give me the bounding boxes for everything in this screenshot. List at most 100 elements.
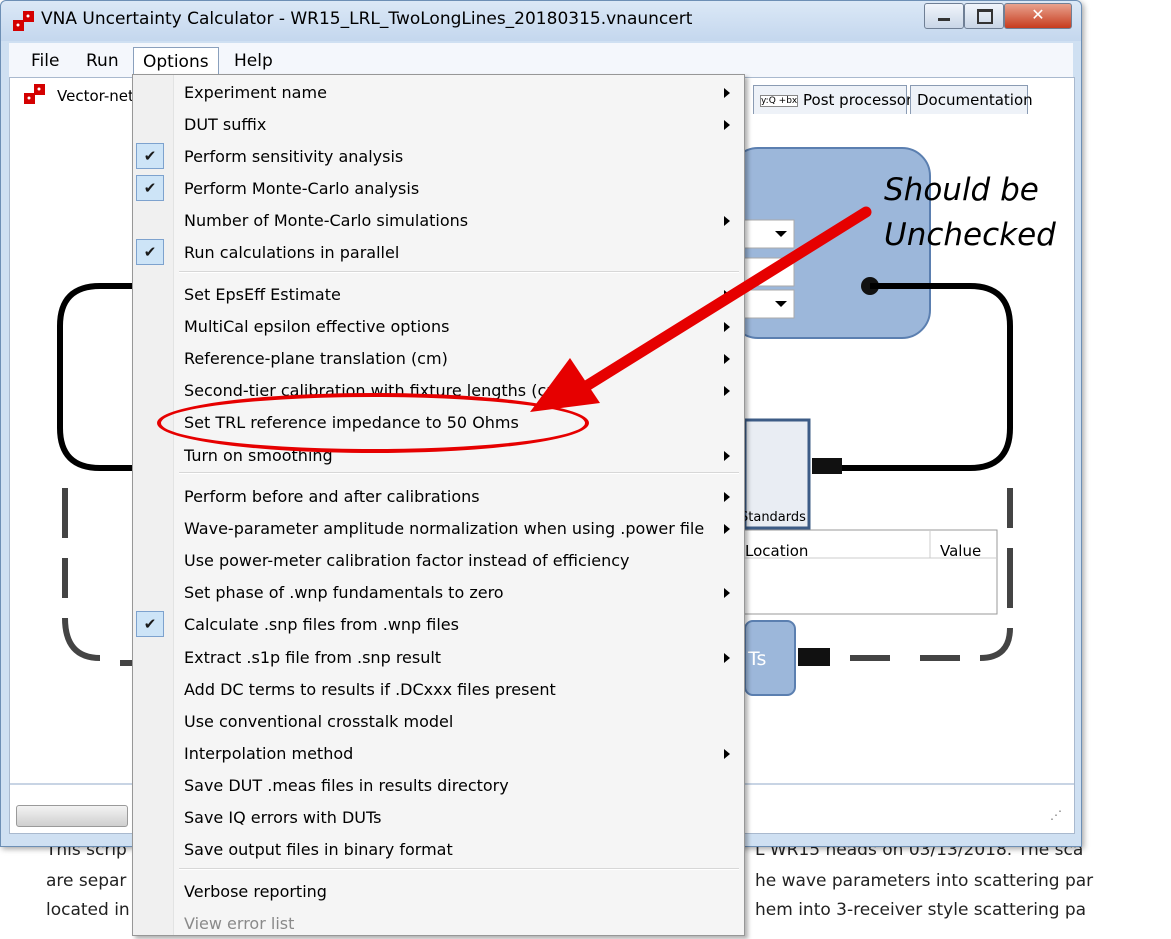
- menu-item[interactable]: Perform before and after calibrations: [133, 482, 744, 512]
- menu-item[interactable]: Set EpsEff Estimate: [133, 280, 744, 310]
- submenu-arrow-icon: [724, 386, 730, 396]
- menu-item[interactable]: ✔ Perform sensitivity analysis: [133, 142, 744, 172]
- menu-help[interactable]: Help: [225, 47, 282, 75]
- menu-item-label: Save output files in binary format: [184, 840, 453, 859]
- tab-post-processors[interactable]: y:Q +bx Post processors: [753, 85, 920, 114]
- app-icon: [13, 11, 34, 31]
- submenu-arrow-icon: [724, 290, 730, 300]
- menu-item-label: Use power-meter calibration factor inste…: [184, 551, 630, 570]
- vna-icon: [24, 84, 45, 104]
- menu-item[interactable]: Save IQ errors with DUTs: [133, 803, 744, 833]
- menu-separator: [179, 271, 739, 273]
- menu-item[interactable]: Verbose reporting: [133, 877, 744, 907]
- menu-item-label: Perform before and after calibrations: [184, 487, 480, 506]
- menu-item[interactable]: ✔ Perform Monte-Carlo analysis: [133, 174, 744, 204]
- minimize-button[interactable]: [924, 3, 964, 29]
- menu-item-label: Save IQ errors with DUTs: [184, 808, 382, 827]
- post-processors-icon: y:Q +bx: [760, 94, 799, 107]
- menu-separator: [179, 472, 739, 474]
- menu-item[interactable]: Number of Monte-Carlo simulations: [133, 206, 744, 236]
- menu-item[interactable]: ✔ Calculate .snp files from .wnp files: [133, 610, 744, 640]
- table-header-value: Value: [940, 542, 982, 560]
- menu-item-label: Set phase of .wnp fundamentals to zero: [184, 583, 504, 602]
- tab-post-processors-label: Post processors: [803, 91, 920, 109]
- submenu-arrow-icon: [724, 524, 730, 534]
- menu-item[interactable]: Interpolation method: [133, 739, 744, 769]
- menu-item[interactable]: Experiment name: [133, 78, 744, 108]
- highlight-ellipse: [157, 393, 589, 453]
- dropdown-3: [739, 289, 795, 319]
- menu-item[interactable]: View error list: [133, 909, 744, 939]
- horizontal-scrollbar-thumb[interactable]: [16, 805, 128, 827]
- menu-item-label: Save DUT .meas files in results director…: [184, 776, 509, 795]
- menu-item[interactable]: Use power-meter calibration factor inste…: [133, 546, 744, 576]
- menu-file[interactable]: File: [22, 47, 68, 75]
- menu-item[interactable]: Save output files in binary format: [133, 835, 744, 865]
- checkmark-icon: ✔: [136, 143, 164, 169]
- minimize-icon: [938, 18, 950, 21]
- cable-left: [57, 283, 140, 471]
- menu-item-label: Run calculations in parallel: [184, 243, 400, 262]
- bg-text-line2-right: he wave parameters into scattering par: [755, 871, 1094, 891]
- checkmark-icon: ✔: [136, 175, 164, 201]
- menu-item-label: View error list: [184, 914, 295, 933]
- menu-item[interactable]: Wave-parameter amplitude normalization w…: [133, 514, 744, 544]
- menu-item-label: DUT suffix: [184, 115, 267, 134]
- annotation-line1: Should be: [884, 172, 1039, 208]
- maximize-icon: [977, 9, 993, 24]
- input-2: [739, 257, 795, 287]
- dropdown-1: [739, 219, 795, 249]
- close-button[interactable]: ✕: [1004, 3, 1072, 29]
- dashed-line-left: [62, 488, 101, 661]
- menu-item-label: Experiment name: [184, 83, 327, 102]
- menu-bar: File Run Options Help: [9, 43, 1073, 78]
- submenu-arrow-icon: [724, 120, 730, 130]
- menu-item[interactable]: MultiCal epsilon effective options: [133, 312, 744, 342]
- menu-item-label: Perform Monte-Carlo analysis: [184, 179, 420, 198]
- menu-item-label: Wave-parameter amplitude normalization w…: [184, 519, 705, 538]
- menu-item-label: Reference-plane translation (cm): [184, 349, 448, 368]
- submenu-arrow-icon: [724, 322, 730, 332]
- resize-grip-icon[interactable]: ⋰: [1050, 808, 1062, 822]
- menu-item-label: Use conventional crosstalk model: [184, 712, 454, 731]
- standards-label: Standards: [740, 510, 806, 525]
- menu-item[interactable]: Add DC terms to results if .DCxxx files …: [133, 675, 744, 705]
- menu-item-label: MultiCal epsilon effective options: [184, 317, 450, 336]
- menu-item-label: Calculate .snp files from .wnp files: [184, 615, 459, 634]
- menu-run[interactable]: Run: [77, 47, 128, 75]
- submenu-arrow-icon: [724, 216, 730, 226]
- submenu-arrow-icon: [724, 354, 730, 364]
- options-dropdown-menu: Experiment name DUT suffix ✔ Perform sensit…: [132, 74, 745, 936]
- title-bar[interactable]: VNA Uncertainty Calculator - WR15_LRL_Tw…: [1, 1, 1081, 41]
- menu-item[interactable]: Use conventional crosstalk model: [133, 707, 744, 737]
- menu-item-label: Number of Monte-Carlo simulations: [184, 211, 469, 230]
- submenu-arrow-icon: [724, 451, 730, 461]
- menu-item[interactable]: Save DUT .meas files in results director…: [133, 771, 744, 801]
- menu-item[interactable]: Extract .s1p file from .snp result: [133, 643, 744, 673]
- maximize-button[interactable]: [964, 3, 1004, 29]
- menu-item-label: Extract .s1p file from .snp result: [184, 648, 442, 667]
- menu-item[interactable]: Set phase of .wnp fundamentals to zero: [133, 578, 744, 608]
- duts-label: Ts: [748, 648, 767, 670]
- submenu-arrow-icon: [724, 749, 730, 759]
- checkmark-icon: ✔: [136, 611, 164, 637]
- annotation-line2: Unchecked: [884, 217, 1056, 253]
- window-title: VNA Uncertainty Calculator - WR15_LRL_Tw…: [41, 9, 693, 29]
- tab-documentation[interactable]: Documentation: [910, 85, 1033, 114]
- bg-text-line3-left: located in: [46, 900, 130, 920]
- checkmark-icon: ✔: [136, 239, 164, 265]
- menu-item-label: Verbose reporting: [184, 882, 327, 901]
- bg-text-line3-right: hem into 3-receiver style scattering pa: [755, 900, 1087, 920]
- standards-connector: [812, 458, 842, 474]
- menu-item-label: Interpolation method: [184, 744, 354, 763]
- menu-separator: [179, 868, 739, 870]
- menu-item-label: Perform sensitivity analysis: [184, 147, 404, 166]
- submenu-arrow-icon: [724, 588, 730, 598]
- menu-item-label: Add DC terms to results if .DCxxx files …: [184, 680, 556, 699]
- submenu-arrow-icon: [724, 492, 730, 502]
- bg-text-line2-left: are separ: [46, 871, 127, 891]
- annotation-text: Should be Unchecked: [884, 168, 1056, 258]
- menu-item[interactable]: ✔ Run calculations in parallel: [133, 238, 744, 268]
- menu-item[interactable]: DUT suffix: [133, 110, 744, 140]
- menu-item[interactable]: Reference-plane translation (cm): [133, 344, 744, 374]
